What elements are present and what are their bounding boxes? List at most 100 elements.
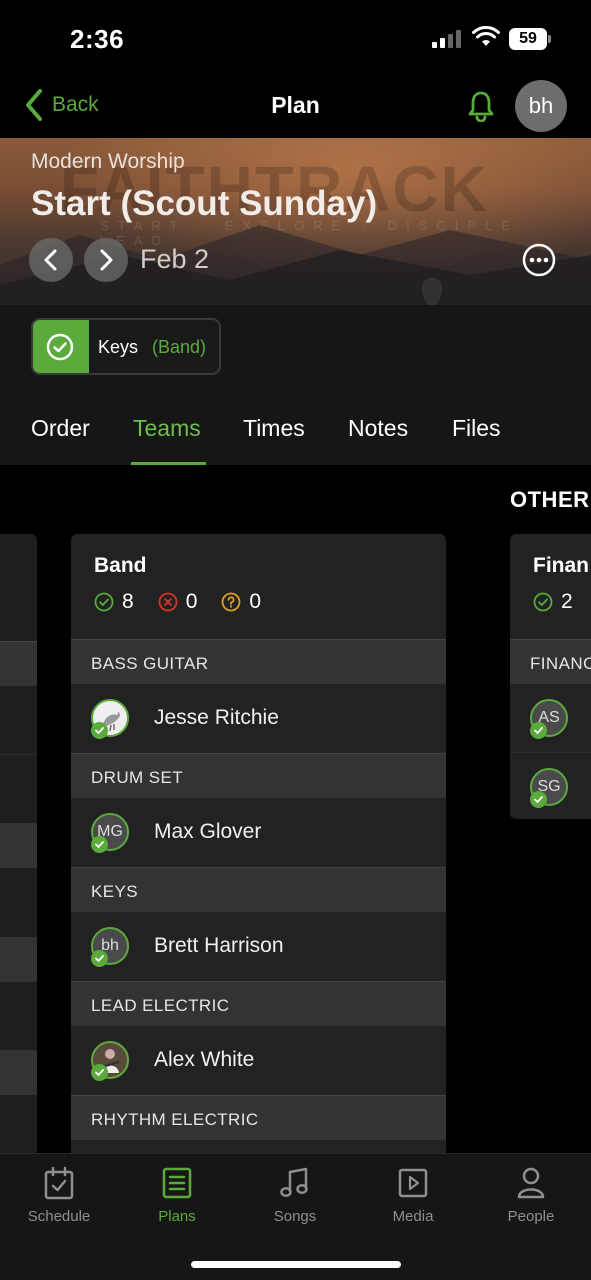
check-icon (95, 727, 104, 735)
tab-files[interactable]: Files (452, 415, 501, 442)
chevron-right-icon (100, 249, 113, 271)
check-circle-icon (533, 592, 553, 612)
declined-count: 0 (158, 590, 198, 614)
tab-notes[interactable]: Notes (348, 415, 408, 442)
team-title: Finan (533, 554, 589, 577)
team-member-row[interactable]: AS (510, 684, 591, 753)
play-box-icon (398, 1168, 428, 1198)
position-label: BASS GUITAR (91, 654, 209, 673)
chevron-left-icon (26, 89, 42, 121)
tab-label: Schedule (27, 1208, 91, 1225)
confirmed-badge (91, 722, 108, 739)
plan-date: Feb 2 (140, 244, 210, 274)
position-header: DRUM SET (71, 753, 446, 798)
check-icon (95, 1069, 104, 1077)
battery-level: 59 (509, 28, 547, 50)
band-team-card[interactable]: Band 8 0 0 BASS GUITAR Jesse Ritchie DRU… (71, 534, 446, 1153)
other-section-heading: OTHER (510, 487, 590, 512)
check-circle-icon (94, 592, 114, 612)
check-icon (95, 955, 104, 963)
previous-team-card[interactable] (0, 534, 37, 1153)
plan-title: Start (Scout Sunday) (31, 184, 378, 223)
declined-count-value: 0 (185, 590, 198, 613)
member-name: Jesse Ritchie (154, 706, 279, 729)
confirmed-badge (530, 791, 547, 808)
position-label: KEYS (91, 882, 138, 901)
wifi-icon (472, 26, 500, 46)
tab-schedule[interactable]: Schedule (4, 1166, 114, 1225)
team-stats: 8 0 0 (94, 590, 285, 614)
tab-songs[interactable]: Songs (240, 1166, 350, 1225)
home-indicator[interactable] (191, 1261, 401, 1268)
check-circle-icon (46, 333, 74, 361)
finance-team-card[interactable]: Finan 2 FINANC AS SG (510, 534, 591, 819)
confirmed-count-value: 8 (122, 590, 134, 613)
team-member-row[interactable]: Alex White (71, 1026, 446, 1095)
confirmed-status (33, 320, 89, 373)
user-avatar[interactable]: bh (515, 80, 567, 132)
position-header: LEAD ELECTRIC (71, 981, 446, 1026)
position-label: FINANC (530, 654, 591, 673)
check-icon (534, 796, 543, 804)
check-icon (95, 841, 104, 849)
tab-label: People (507, 1208, 555, 1225)
member-name: Alex White (154, 1048, 255, 1071)
tab-plans[interactable]: Plans (122, 1166, 232, 1225)
position-label: DRUM SET (91, 768, 183, 787)
back-button[interactable]: Back (24, 88, 99, 122)
previous-plan-button[interactable] (29, 238, 73, 282)
calendar-check-icon (44, 1166, 74, 1200)
confirmed-badge (91, 1064, 108, 1081)
teams-content[interactable]: OTHER Band 8 0 0 BASS GUITAR Jesse Ritch… (0, 465, 591, 1153)
team-title: Band (94, 554, 147, 577)
position-label: LEAD ELECTRIC (91, 996, 230, 1015)
plan-toolbar: Keys (Band) Order Teams Times Notes File… (0, 305, 591, 465)
person-icon (517, 1167, 545, 1199)
battery-icon: 59 (509, 28, 551, 50)
confirmed-count: 8 (94, 590, 134, 614)
check-icon (534, 727, 543, 735)
team-label: (Band) (152, 337, 207, 357)
tab-people[interactable]: People (476, 1166, 586, 1225)
member-name: Brett Harrison (154, 934, 284, 957)
chevron-left-icon (44, 249, 57, 271)
tab-times[interactable]: Times (243, 415, 305, 442)
team-member-row[interactable]: SG (510, 752, 591, 819)
pending-count: 0 (221, 590, 261, 614)
status-bar: 2:36 59 (0, 0, 591, 80)
bell-icon[interactable] (466, 90, 496, 122)
plan-header: FAITHTRACK START · EXPLORE · DISCIPLE · … (0, 138, 591, 305)
more-options-icon[interactable] (522, 243, 556, 277)
list-doc-icon (162, 1167, 192, 1199)
my-position-chip[interactable]: Keys (Band) (31, 318, 221, 375)
music-note-icon (280, 1167, 308, 1198)
nav-bar: Back Plan bh (0, 80, 591, 138)
confirmed-badge (91, 836, 108, 853)
team-stats: 2 (533, 590, 591, 614)
team-member-row[interactable]: Jesse Ritchie (71, 684, 446, 753)
position-label: RHYTHM ELECTRIC (91, 1110, 259, 1129)
cellular-signal-icon (432, 30, 461, 48)
plan-tabs: Order Teams Times Notes Files (0, 400, 591, 465)
tab-label: Media (392, 1208, 434, 1225)
team-member-row[interactable]: bh Brett Harrison (71, 912, 446, 981)
confirmed-count-value: 2 (561, 590, 573, 613)
position-header: FINANC (510, 639, 591, 684)
member-name: Max Glover (154, 820, 262, 843)
position-header: BASS GUITAR (71, 639, 446, 684)
status-time: 2:36 (70, 24, 125, 54)
team-member-row[interactable]: MG Max Glover (71, 798, 446, 867)
service-type: Modern Worship (31, 150, 185, 173)
x-circle-icon (158, 592, 178, 612)
tab-label: Songs (273, 1208, 317, 1225)
confirmed-badge (530, 722, 547, 739)
confirmed-count: 2 (533, 590, 573, 614)
tab-teams[interactable]: Teams (133, 415, 201, 442)
position-header: KEYS (71, 867, 446, 912)
bottom-tab-bar: Schedule Plans Songs Media People (0, 1153, 591, 1280)
confirmed-badge (91, 950, 108, 967)
pending-count-value: 0 (249, 590, 262, 613)
tab-media[interactable]: Media (358, 1166, 468, 1225)
tab-order[interactable]: Order (31, 415, 90, 442)
next-plan-button[interactable] (84, 238, 128, 282)
